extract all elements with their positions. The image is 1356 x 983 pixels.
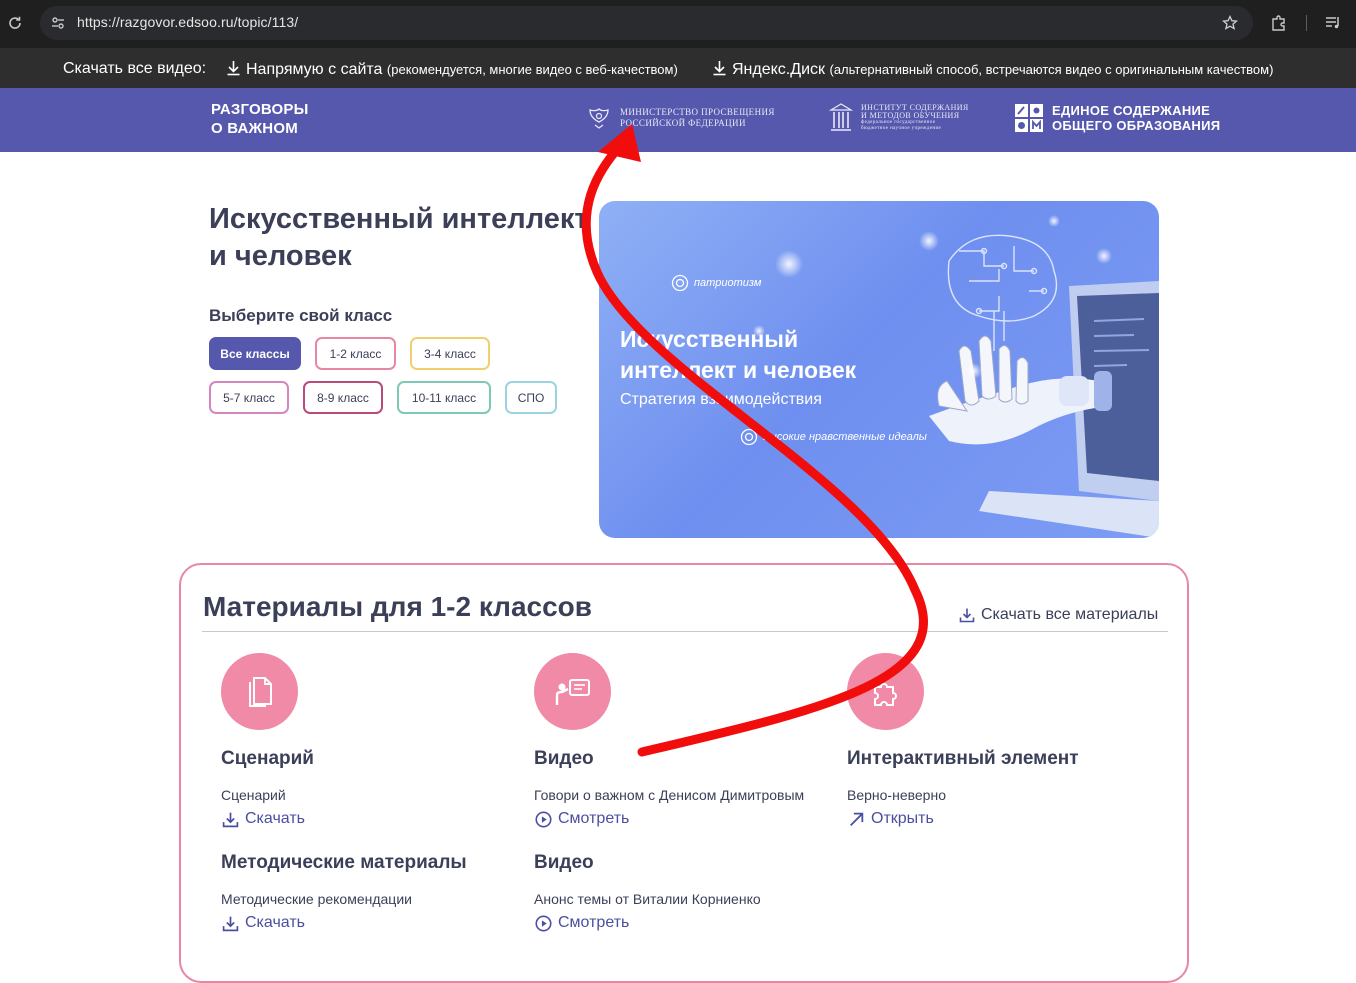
chip-3-4[interactable]: 3-4 класс [410, 337, 490, 370]
toolbar-divider [1306, 15, 1307, 31]
material-heading-video-2: Видео [534, 852, 594, 873]
download-script-button[interactable]: Скачать [222, 810, 305, 828]
watch-video-2-button[interactable]: Смотреть [535, 914, 629, 932]
play-icon [535, 914, 552, 932]
open-interactive-button[interactable]: Открыть [848, 810, 934, 828]
download-icon [959, 608, 975, 623]
download-icon [713, 61, 726, 76]
edu-line-2: ОБЩЕГО ОБРАЗОВАНИЯ [1052, 118, 1221, 133]
banner-tag-bottom: высокие нравственные идеалы [740, 428, 927, 446]
chip-1-2[interactable]: 1-2 класс [315, 337, 396, 370]
banner-tag-top-text: патриотизм [694, 277, 762, 289]
download-all-label: Скачать все материалы [981, 606, 1159, 623]
interactive-circle [847, 653, 924, 730]
url-text[interactable]: https://razgovor.edsoo.ru/topic/113/ [77, 14, 298, 30]
download-yandex-note: (альтернативный способ, встречаются виде… [829, 62, 1274, 77]
download-icon [222, 916, 239, 931]
brand-line-2: О ВАЖНОМ [211, 120, 298, 137]
materials-panel: Материалы для 1-2 классов Скачать все ма… [179, 563, 1189, 983]
reload-icon[interactable] [4, 12, 26, 34]
material-desc-script: Сценарий [221, 787, 286, 803]
banner-title-line-1: Искусственный [620, 326, 799, 352]
material-heading-video: Видео [534, 748, 594, 769]
open-arrow-icon [850, 812, 864, 826]
materials-divider [202, 631, 1168, 632]
chip-all-classes[interactable]: Все классы [209, 337, 301, 370]
edu-grid-icon [1015, 104, 1043, 132]
download-methods-label: Скачать [245, 914, 305, 931]
material-heading-script: Сценарий [221, 748, 314, 769]
banner-subtitle: Стратегия взаимодействия [620, 391, 822, 408]
star-icon[interactable] [1220, 13, 1240, 33]
site-info-icon[interactable] [49, 14, 67, 32]
puzzle-icon [873, 682, 897, 706]
watch-video-2-label: Смотреть [558, 914, 630, 931]
institute-logo[interactable]: ИНСТИТУТ СОДЕРЖАНИЯ И МЕТОДОВ ОБУЧЕНИЯ ф… [829, 102, 969, 134]
page-title: Искусственный интеллект и человек [209, 203, 589, 272]
institute-line-4: бюджетное научное учреждение [861, 126, 942, 131]
chip-10-11[interactable]: 10-11 класс [397, 381, 491, 414]
play-icon [535, 810, 552, 828]
ministry-line-2: РОССИЙСКОЙ ФЕДЕРАЦИИ [620, 118, 746, 128]
download-methods-button[interactable]: Скачать [222, 914, 305, 932]
class-select-label: Выберите свой класс [209, 306, 393, 325]
material-desc-methods: Методические рекомендации [221, 891, 412, 907]
download-direct-link[interactable]: Напрямую с сайта (рекомендуется, многие … [226, 60, 678, 79]
brand-logo[interactable]: РАЗГОВОРЫ О ВАЖНОМ [211, 100, 309, 138]
download-script-label: Скачать [245, 810, 305, 827]
presentation-icon [555, 678, 590, 705]
banner-tag-bottom-text: высокие нравственные идеалы [763, 431, 927, 443]
download-yandex-label: Яндекс.Диск [732, 61, 826, 78]
material-desc-video-2: Анонс темы от Виталии Корниенко [534, 891, 761, 907]
chip-spo[interactable]: СПО [505, 381, 557, 414]
circle-badge-icon [671, 274, 689, 292]
download-all-button[interactable]: Скачать все материалы [959, 606, 1158, 624]
download-icon [227, 61, 240, 76]
material-heading-methods: Методические материалы [221, 852, 467, 873]
watch-video-label: Смотреть [558, 810, 630, 827]
site-header: РАЗГОВОРЫ О ВАЖНОМ МИНИСТЕРСТВО ПРОСВЕЩЕ… [0, 88, 1356, 152]
eagle-emblem-icon [589, 108, 609, 129]
watch-video-button[interactable]: Смотреть [535, 810, 629, 828]
edu-line-1: ЕДИНОЕ СОДЕРЖАНИЕ [1052, 103, 1211, 118]
document-icon [248, 676, 272, 707]
banner-title-line-2: интеллект и человек [620, 357, 857, 383]
edu-content-logo[interactable]: ЕДИНОЕ СОДЕРЖАНИЕ ОБЩЕГО ОБРАЗОВАНИЯ [1014, 103, 1220, 133]
download-icon [222, 812, 239, 827]
circle-badge-icon [740, 428, 758, 446]
material-desc-interactive: Верно-неверно [847, 787, 946, 803]
reading-list-icon[interactable] [1322, 12, 1344, 34]
topic-banner: патриотизм Искусственный интеллект и чел… [599, 201, 1159, 538]
download-bar: Скачать все видео: Напрямую с сайта (рек… [0, 48, 1356, 88]
materials-title: Материалы для 1-2 классов [203, 591, 592, 622]
brand-line-1: РАЗГОВОРЫ [211, 101, 309, 118]
download-bar-label: Скачать все видео: [63, 60, 207, 77]
video-circle [534, 653, 611, 730]
ministry-logo[interactable]: МИНИСТЕРСТВО ПРОСВЕЩЕНИЯ РОССИЙСКОЙ ФЕДЕ… [586, 105, 775, 131]
download-direct-note: (рекомендуется, многие видео с веб-качес… [386, 62, 678, 77]
chip-8-9[interactable]: 8-9 класс [303, 381, 383, 414]
material-desc-video: Говори о важном с Денисом Димитровым [534, 787, 805, 803]
download-direct-label: Напрямую с сайта [246, 61, 383, 78]
chip-5-7[interactable]: 5-7 класс [209, 381, 289, 414]
institute-line-2: И МЕТОДОВ ОБУЧЕНИЯ [861, 111, 960, 120]
ministry-line-1: МИНИСТЕРСТВО ПРОСВЕЩЕНИЯ [620, 107, 775, 117]
address-bar[interactable]: https://razgovor.edsoo.ru/topic/113/ [40, 6, 1253, 40]
institute-building-icon [829, 103, 853, 131]
script-circle [221, 653, 298, 730]
open-interactive-label: Открыть [871, 810, 934, 827]
download-yandex-link[interactable]: Яндекс.Диск (альтернативный способ, встр… [712, 60, 1273, 79]
banner-title: Искусственный интеллект и человек [620, 324, 856, 386]
banner-tag-top: патриотизм [671, 274, 761, 292]
material-heading-interactive: Интерактивный элемент [847, 748, 1079, 769]
browser-toolbar: https://razgovor.edsoo.ru/topic/113/ [0, 0, 1356, 48]
extensions-icon[interactable] [1268, 12, 1290, 34]
